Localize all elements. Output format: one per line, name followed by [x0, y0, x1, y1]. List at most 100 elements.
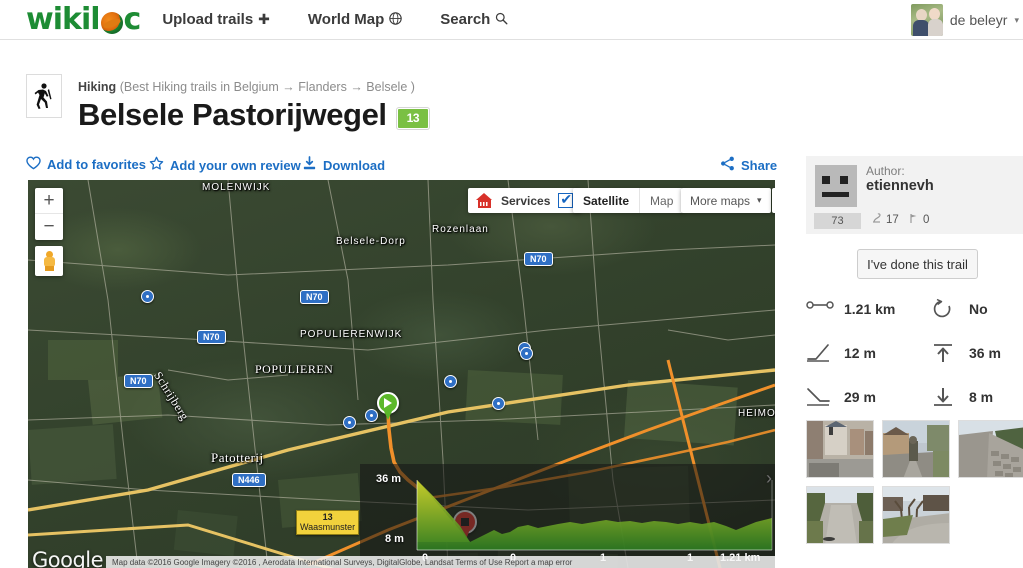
map-poi-icon[interactable]: [492, 397, 505, 410]
nav-search[interactable]: Search: [440, 11, 508, 28]
elevation-profile-chart[interactable]: 36 m 8 m 0 0 1 1 1.21 km: [360, 464, 775, 568]
done-this-trail-button[interactable]: I've done this trail: [857, 249, 978, 279]
breadcrumb-path[interactable]: (Best Hiking trails in Belgium → Flander…: [120, 80, 415, 94]
stat-descent-value: 29 m: [844, 389, 876, 405]
photo-thumbnail[interactable]: [958, 420, 1023, 478]
star-icon: [149, 156, 164, 174]
add-to-favorites-button[interactable]: Add to favorites: [26, 156, 146, 173]
share-button[interactable]: Share: [720, 156, 777, 174]
road-shield: N446: [232, 473, 266, 487]
elevation-min-label: 8 m: [385, 533, 404, 545]
author-label: Author:: [866, 164, 905, 178]
wikiloc-logo[interactable]: wikil c: [26, 0, 142, 40]
road-shield: N70: [124, 374, 153, 388]
min-altitude-icon: [931, 386, 959, 408]
exit-number: 13: [300, 512, 356, 523]
trail-start-marker[interactable]: [377, 392, 399, 422]
trail-header: Hiking (Best Hiking trails in Belgium → …: [0, 40, 802, 160]
more-maps-dropdown[interactable]: More maps ▾: [681, 188, 771, 213]
photo-thumbnail[interactable]: [806, 420, 874, 478]
nav-world-map[interactable]: World Map: [307, 11, 403, 28]
services-label: Services: [501, 193, 551, 208]
share-label: Share: [741, 157, 778, 173]
map-poi-icon[interactable]: [343, 416, 356, 429]
more-maps-label: More maps: [690, 193, 751, 208]
flags-count: 0: [923, 214, 930, 226]
stat-descent: 29 m: [806, 386, 931, 408]
zoom-out-button[interactable]: −: [35, 214, 63, 240]
trail-rating-badge: 13: [396, 107, 430, 129]
map-poi-icon[interactable]: [365, 409, 378, 422]
author-rank-badge: 73: [814, 213, 861, 229]
street-view-pegman-icon[interactable]: [35, 246, 63, 276]
max-altitude-icon: [931, 342, 959, 364]
stat-min-altitude: 8 m: [931, 386, 1022, 408]
stat-circular: No: [931, 298, 1022, 320]
download-button[interactable]: Download: [302, 156, 385, 174]
map-poi-icon[interactable]: [141, 290, 154, 303]
distance-icon: [806, 298, 834, 320]
photo-thumbnail[interactable]: [882, 420, 950, 478]
circular-icon: [931, 298, 959, 320]
services-house-icon: [476, 193, 493, 208]
fullscreen-button[interactable]: [772, 188, 775, 213]
author-card: Author: etiennevh 73 17 0: [806, 156, 1023, 234]
elevation-max-label: 36 m: [376, 473, 402, 485]
map-type-map[interactable]: Map: [639, 188, 683, 213]
motorway-exit-sign: 13 Waasmunster: [296, 510, 360, 535]
stat-max-altitude-value: 36 m: [969, 345, 1001, 361]
add-review-button[interactable]: Add your own review: [149, 156, 301, 174]
map-poi-icon[interactable]: [520, 347, 533, 360]
user-menu[interactable]: de beleyr ▾: [910, 0, 1023, 40]
page-title: Belsele Pastorijwegel 13: [78, 97, 430, 133]
chevron-down-icon: ▾: [1014, 14, 1019, 25]
add-review-label: Add your own review: [170, 157, 301, 173]
photo-thumbnail[interactable]: [882, 486, 950, 544]
trail-stats-grid: 1.21 km No 12 m 36 m 29 m 8 m: [806, 298, 1022, 408]
search-icon: [495, 12, 508, 28]
map-type-satellite[interactable]: Satellite: [573, 188, 639, 213]
google-logo: Google: [32, 548, 104, 568]
nav-world-map-label: World Map: [307, 11, 385, 28]
trail-photo-gallery: [806, 420, 1023, 544]
breadcrumb-activity-type[interactable]: Hiking: [78, 80, 116, 94]
top-navigation-bar: wikil c Upload trails ✚ World Map Search …: [0, 0, 1023, 40]
stat-max-altitude: 36 m: [931, 342, 1022, 364]
chevron-down-icon: ▾: [757, 195, 762, 205]
trail-title-text: Belsele Pastorijwegel: [78, 97, 387, 132]
nav-search-label: Search: [440, 11, 491, 28]
ascent-icon: [806, 342, 834, 364]
stat-min-altitude-value: 8 m: [969, 389, 994, 405]
map-attribution: Map data ©2016 Google Imagery ©2016 , Ae…: [106, 556, 775, 568]
map-services-toggle[interactable]: Services: [468, 188, 582, 213]
flag-icon: [909, 213, 919, 227]
services-checkbox[interactable]: [558, 191, 574, 208]
road-shield: N70: [197, 330, 226, 344]
zoom-in-button[interactable]: +: [35, 188, 63, 214]
exit-name: Waasmunster: [300, 522, 356, 533]
followers-count: 17: [886, 214, 899, 226]
map-type-switcher[interactable]: Satellite Map: [573, 188, 684, 213]
main-nav-links: Upload trails ✚ World Map Search: [162, 11, 508, 28]
author-followers: 17: [872, 213, 899, 227]
trail-map[interactable]: MOLENWIJK Belsele-Dorp Rozenlaan POPULIE…: [28, 180, 775, 568]
nav-upload-trails[interactable]: Upload trails ✚: [162, 11, 270, 28]
plus-icon: ✚: [258, 11, 270, 27]
author-avatar[interactable]: [815, 165, 857, 207]
descent-icon: [806, 386, 834, 408]
add-to-favorites-label: Add to favorites: [47, 157, 146, 172]
stat-circular-value: No: [969, 301, 988, 317]
user-name-label: de beleyr: [949, 12, 1008, 28]
map-zoom-controls[interactable]: + −: [35, 188, 63, 240]
author-name[interactable]: etiennevh: [866, 178, 934, 194]
author-flags: 0: [909, 213, 929, 227]
breadcrumb[interactable]: Hiking (Best Hiking trails in Belgium → …: [78, 80, 415, 94]
logo-text-part2: c: [123, 2, 142, 37]
hiking-activity-icon: [26, 74, 62, 118]
map-poi-icon[interactable]: [444, 375, 457, 388]
user-avatar[interactable]: [910, 4, 943, 36]
photo-thumbnail[interactable]: [806, 486, 874, 544]
stat-ascent: 12 m: [806, 342, 931, 364]
download-icon: [302, 156, 317, 174]
stat-distance: 1.21 km: [806, 298, 931, 320]
